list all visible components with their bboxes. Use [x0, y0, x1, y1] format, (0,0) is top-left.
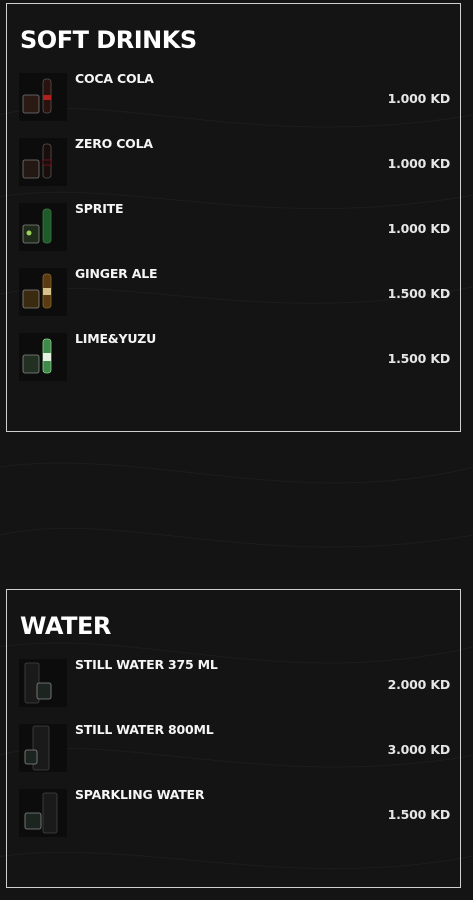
item-price: 1.000 KD — [387, 156, 451, 171]
drink-photo-icon — [19, 138, 67, 186]
soft-drinks-section: SOFT DRINKS COCA COLA 1.000 KD ZERO COLA… — [6, 3, 461, 432]
item-name: LIME&YUZU — [75, 331, 157, 346]
item-name: ZERO COLA — [75, 136, 153, 151]
item-price: 2.000 KD — [387, 677, 451, 692]
item-name: COCA COLA — [75, 71, 154, 86]
item-price: 1.500 KD — [387, 351, 451, 366]
item-price: 1.000 KD — [387, 221, 451, 236]
item-name: SPRITE — [75, 201, 124, 216]
drink-photo-icon — [19, 268, 67, 316]
item-price: 1.500 KD — [387, 807, 451, 822]
menu-item-sprite[interactable]: SPRITE 1.000 KD — [19, 201, 450, 251]
water-section: WATER STILL WATER 375 ML 2.000 KD STILL … — [6, 589, 461, 888]
item-price: 1.500 KD — [387, 286, 451, 301]
section-title: WATER — [20, 612, 111, 640]
menu-item-lime-yuzu[interactable]: LIME&YUZU 1.500 KD — [19, 331, 450, 381]
drink-photo-icon — [19, 73, 67, 121]
item-name: GINGER ALE — [75, 266, 158, 281]
menu-item-zero-cola[interactable]: ZERO COLA 1.000 KD — [19, 136, 450, 186]
menu-item-ginger-ale[interactable]: GINGER ALE 1.500 KD — [19, 266, 450, 316]
section-title: SOFT DRINKS — [20, 26, 197, 54]
item-price: 3.000 KD — [387, 742, 451, 757]
menu-item-coca-cola[interactable]: COCA COLA 1.000 KD — [19, 71, 450, 121]
drink-photo-icon — [19, 333, 67, 381]
item-name: SPARKLING WATER — [75, 787, 205, 802]
item-price: 1.000 KD — [387, 91, 451, 106]
drink-photo-icon — [19, 659, 67, 707]
menu-item-still-water-375[interactable]: STILL WATER 375 ML 2.000 KD — [19, 657, 450, 707]
menu-item-still-water-800[interactable]: STILL WATER 800ML 3.000 KD — [19, 722, 450, 772]
drink-photo-icon — [19, 203, 67, 251]
drink-photo-icon — [19, 724, 67, 772]
drink-photo-icon — [19, 789, 67, 837]
item-name: STILL WATER 800ML — [75, 722, 214, 737]
item-name: STILL WATER 375 ML — [75, 657, 218, 672]
menu-item-sparkling-water[interactable]: SPARKLING WATER 1.500 KD — [19, 787, 450, 837]
